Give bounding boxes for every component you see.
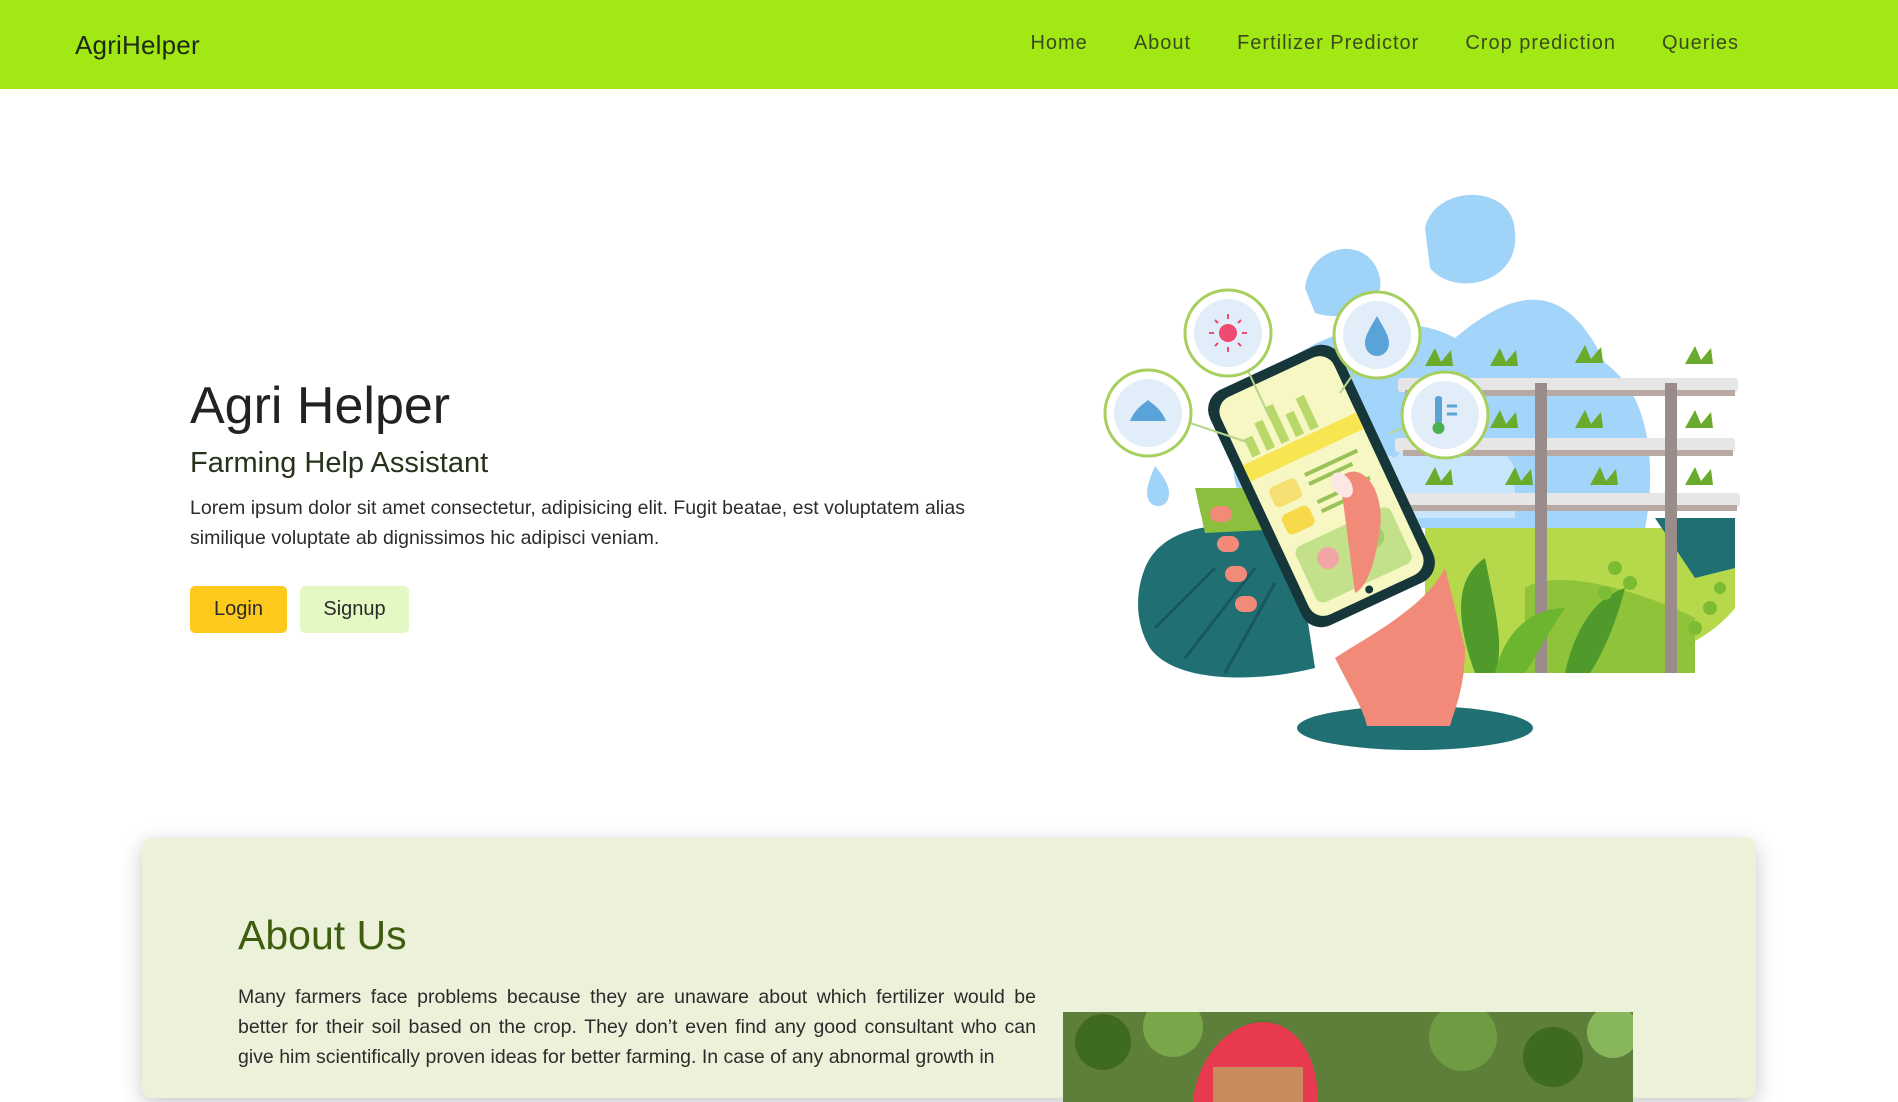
hero-subtitle: Farming Help Assistant xyxy=(190,447,489,479)
nav-links: Home About Fertilizer Predictor Crop pre… xyxy=(1030,32,1739,55)
about-title: About Us xyxy=(238,912,407,958)
plant-icon xyxy=(1103,368,1193,458)
water-drop-icon xyxy=(1332,290,1422,380)
login-button[interactable]: Login xyxy=(190,586,287,633)
brand-logo[interactable]: AgriHelper xyxy=(75,30,200,61)
nav-link-about[interactable]: About xyxy=(1134,32,1191,55)
nav-link-home[interactable]: Home xyxy=(1030,32,1087,55)
about-text: Many farmers face problems because they … xyxy=(238,986,1036,1068)
nav-link-crop-prediction[interactable]: Crop prediction xyxy=(1465,32,1616,55)
farmer-image xyxy=(1063,1012,1633,1102)
about-us-section: About Us Many farmers face problems beca… xyxy=(142,838,1756,1102)
nav-link-queries[interactable]: Queries xyxy=(1662,32,1739,55)
hero-description: Lorem ipsum dolor sit amet consectetur, … xyxy=(190,497,965,549)
sun-icon xyxy=(1183,288,1273,378)
nav-link-fertilizer-predictor[interactable]: Fertilizer Predictor xyxy=(1237,32,1419,55)
hero-illustration xyxy=(1095,188,1755,768)
top-navbar: AgriHelper Home About Fertilizer Predict… xyxy=(0,0,1898,89)
signup-button[interactable]: Signup xyxy=(300,586,409,633)
hero-title: Agri Helper xyxy=(190,377,451,435)
thermometer-icon xyxy=(1400,370,1490,460)
farmer-photo xyxy=(1063,1012,1633,1102)
smart-farming-illustration xyxy=(1103,194,1740,750)
